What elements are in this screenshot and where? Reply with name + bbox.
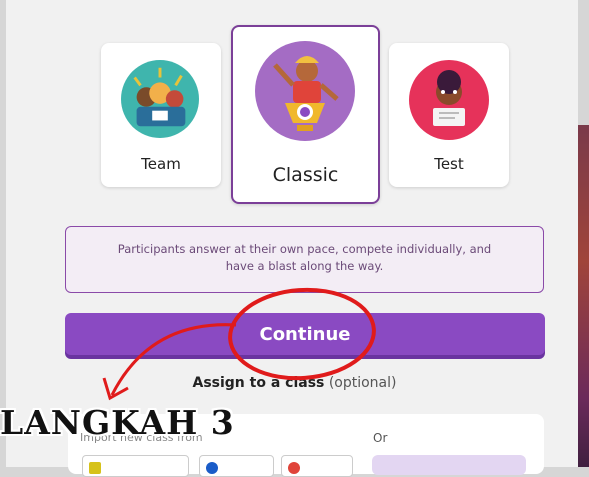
classic-illustration-icon [255, 41, 355, 141]
mode-description: Participants answer at their own pace, c… [65, 226, 544, 293]
mode-label-team: Team [141, 155, 181, 173]
test-illustration-icon [409, 60, 489, 140]
assign-class-label[interactable]: Assign to a class [192, 375, 324, 391]
mode-label-classic: Classic [272, 164, 339, 186]
teams-icon [206, 462, 218, 474]
import-source-google-classroom[interactable] [82, 455, 189, 477]
background-panel [578, 125, 589, 467]
mode-card-team[interactable]: Team [101, 43, 221, 187]
import-source-teams[interactable] [199, 455, 274, 477]
assign-optional-label: (optional) [328, 375, 397, 391]
classroom-icon [89, 462, 101, 474]
or-label: Or [373, 431, 388, 445]
assign-class-row: Assign to a class (optional) [0, 375, 589, 391]
continue-button[interactable]: Continue [65, 313, 545, 355]
mode-card-test[interactable]: Test [389, 43, 509, 187]
step-label: LANGKAH 3 [0, 403, 235, 442]
team-illustration-icon [121, 60, 199, 138]
mode-label-test: Test [434, 155, 464, 173]
import-source-other[interactable] [281, 455, 353, 477]
create-class-button[interactable] [372, 455, 526, 475]
mode-card-classic[interactable]: Classic [231, 25, 380, 204]
source-icon [288, 462, 300, 474]
